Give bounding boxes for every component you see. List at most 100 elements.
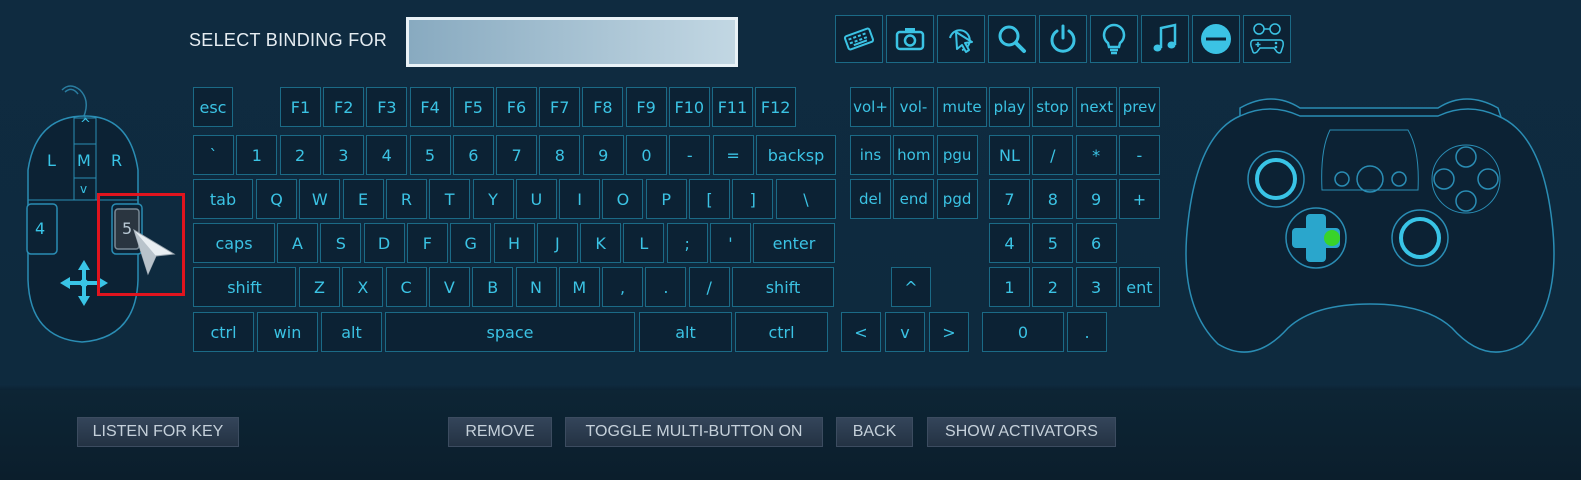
mouse-click-icon[interactable] (937, 15, 985, 63)
key-f7[interactable]: F7 (539, 87, 581, 127)
minus-circle-icon[interactable] (1192, 15, 1240, 63)
key-alt-right[interactable]: alt (639, 312, 732, 352)
key-number-row[interactable]: 7 (496, 135, 538, 175)
key-letter[interactable]: W (299, 179, 341, 219)
key-letter[interactable]: A (277, 223, 318, 263)
key-f12[interactable]: F12 (755, 87, 797, 127)
key-letter[interactable]: Y (472, 179, 514, 219)
key-letter[interactable]: [ (689, 179, 730, 219)
key-letter[interactable]: ; (666, 223, 708, 263)
key-number-row[interactable]: 9 (582, 135, 624, 175)
key-f10[interactable]: F10 (668, 87, 710, 127)
nav-key[interactable]: del (850, 179, 891, 219)
media-key[interactable]: vol+ (850, 87, 891, 127)
remove-button[interactable]: REMOVE (448, 417, 552, 447)
toggle-multi-button[interactable]: TOGGLE MULTI-BUTTON ON (565, 417, 823, 447)
key-letter[interactable]: X (342, 267, 384, 307)
key-number-row[interactable]: 5 (409, 135, 451, 175)
key-letter[interactable]: I (559, 179, 601, 219)
key-letter[interactable]: J (536, 223, 578, 263)
key-letter[interactable]: C (385, 267, 427, 307)
key-space[interactable]: space (385, 312, 635, 352)
numpad-key[interactable]: / (1032, 135, 1074, 175)
key-backspace[interactable]: backsp (756, 135, 836, 175)
lightbulb-icon[interactable] (1090, 15, 1138, 63)
key-backslash[interactable]: \ (776, 179, 836, 219)
key-letter[interactable]: R (385, 179, 427, 219)
key-number-row[interactable]: 6 (452, 135, 494, 175)
mouse-middle-button[interactable]: M (77, 151, 91, 170)
binding-field[interactable] (406, 17, 738, 67)
media-key[interactable]: play (989, 87, 1030, 127)
numpad-key[interactable]: 5 (1032, 223, 1074, 263)
mouse-wheel-down[interactable]: v (80, 182, 87, 196)
key-letter[interactable]: K (580, 223, 622, 263)
key-arrow-left[interactable]: < (841, 312, 881, 352)
key-letter[interactable]: N (515, 267, 557, 307)
key-letter[interactable]: Z (299, 267, 340, 307)
key-shift-right[interactable]: shift (732, 267, 834, 307)
key-letter[interactable]: M (558, 267, 600, 307)
key-shift-left[interactable]: shift (193, 267, 296, 307)
mouse-right-button[interactable]: R (111, 151, 122, 170)
power-icon[interactable] (1039, 15, 1087, 63)
key-ctrl-right[interactable]: ctrl (735, 312, 828, 352)
key-tab[interactable]: tab (193, 179, 253, 219)
numpad-key[interactable]: 7 (989, 179, 1030, 219)
key-letter[interactable]: H (493, 223, 535, 263)
key-letter[interactable]: , (602, 267, 644, 307)
key-letter[interactable]: D (363, 223, 405, 263)
numpad-key[interactable]: * (1075, 135, 1117, 175)
magnifier-icon[interactable] (988, 15, 1036, 63)
key-letter[interactable]: G (450, 223, 492, 263)
key-f1[interactable]: F1 (280, 87, 321, 127)
key-letter[interactable]: P (645, 179, 687, 219)
key-number-row[interactable]: 3 (322, 135, 364, 175)
controller-buttons-icon[interactable] (1243, 15, 1291, 63)
key-number-row[interactable]: 2 (279, 135, 321, 175)
key-f4[interactable]: F4 (409, 87, 451, 127)
nav-key[interactable]: pgd (936, 179, 978, 219)
numpad-key[interactable]: 9 (1075, 179, 1117, 219)
music-note-icon[interactable] (1141, 15, 1189, 63)
nav-key[interactable]: end (893, 179, 935, 219)
numpad-key[interactable]: ent (1118, 267, 1160, 307)
numpad-key[interactable]: - (1118, 135, 1160, 175)
numpad-key-0[interactable]: 0 (982, 312, 1064, 352)
numpad-key[interactable]: + (1118, 179, 1160, 219)
key-letter[interactable]: S (320, 223, 362, 263)
keyboard-icon[interactable] (835, 15, 883, 63)
media-key[interactable]: vol- (893, 87, 934, 127)
key-number-row[interactable]: ` (193, 135, 234, 175)
numpad-key[interactable]: 2 (1032, 267, 1074, 307)
key-arrow-up[interactable]: ^ (891, 267, 931, 307)
numpad-key-decimal[interactable]: . (1067, 312, 1107, 352)
media-key[interactable]: mute (937, 87, 987, 127)
key-f2[interactable]: F2 (323, 87, 365, 127)
key-letter[interactable]: V (428, 267, 470, 307)
mouse-wheel-up[interactable]: ^ (80, 117, 91, 132)
numpad-key[interactable]: 4 (989, 223, 1030, 263)
key-letter[interactable]: ] (732, 179, 774, 219)
key-letter[interactable]: . (645, 267, 687, 307)
key-number-row[interactable]: 1 (236, 135, 278, 175)
numpad-key[interactable]: 6 (1075, 223, 1117, 263)
key-letter[interactable]: / (688, 267, 730, 307)
key-letter[interactable]: O (602, 179, 644, 219)
nav-key[interactable]: pgu (936, 135, 978, 175)
back-button[interactable]: BACK (836, 417, 913, 447)
key-number-row[interactable]: = (712, 135, 754, 175)
key-number-row[interactable]: 4 (366, 135, 408, 175)
nav-key[interactable]: ins (850, 135, 891, 175)
camera-icon[interactable] (886, 15, 934, 63)
nav-key[interactable]: hom (893, 135, 935, 175)
show-activators-button[interactable]: SHOW ACTIVATORS (927, 417, 1116, 447)
key-esc[interactable]: esc (193, 87, 233, 127)
key-letter[interactable]: F (406, 223, 448, 263)
key-win[interactable]: win (257, 312, 318, 352)
key-letter[interactable]: ' (710, 223, 751, 263)
key-f5[interactable]: F5 (452, 87, 494, 127)
key-letter[interactable]: E (342, 179, 384, 219)
key-arrow-right[interactable]: > (929, 312, 969, 352)
numpad-key[interactable]: 3 (1075, 267, 1117, 307)
